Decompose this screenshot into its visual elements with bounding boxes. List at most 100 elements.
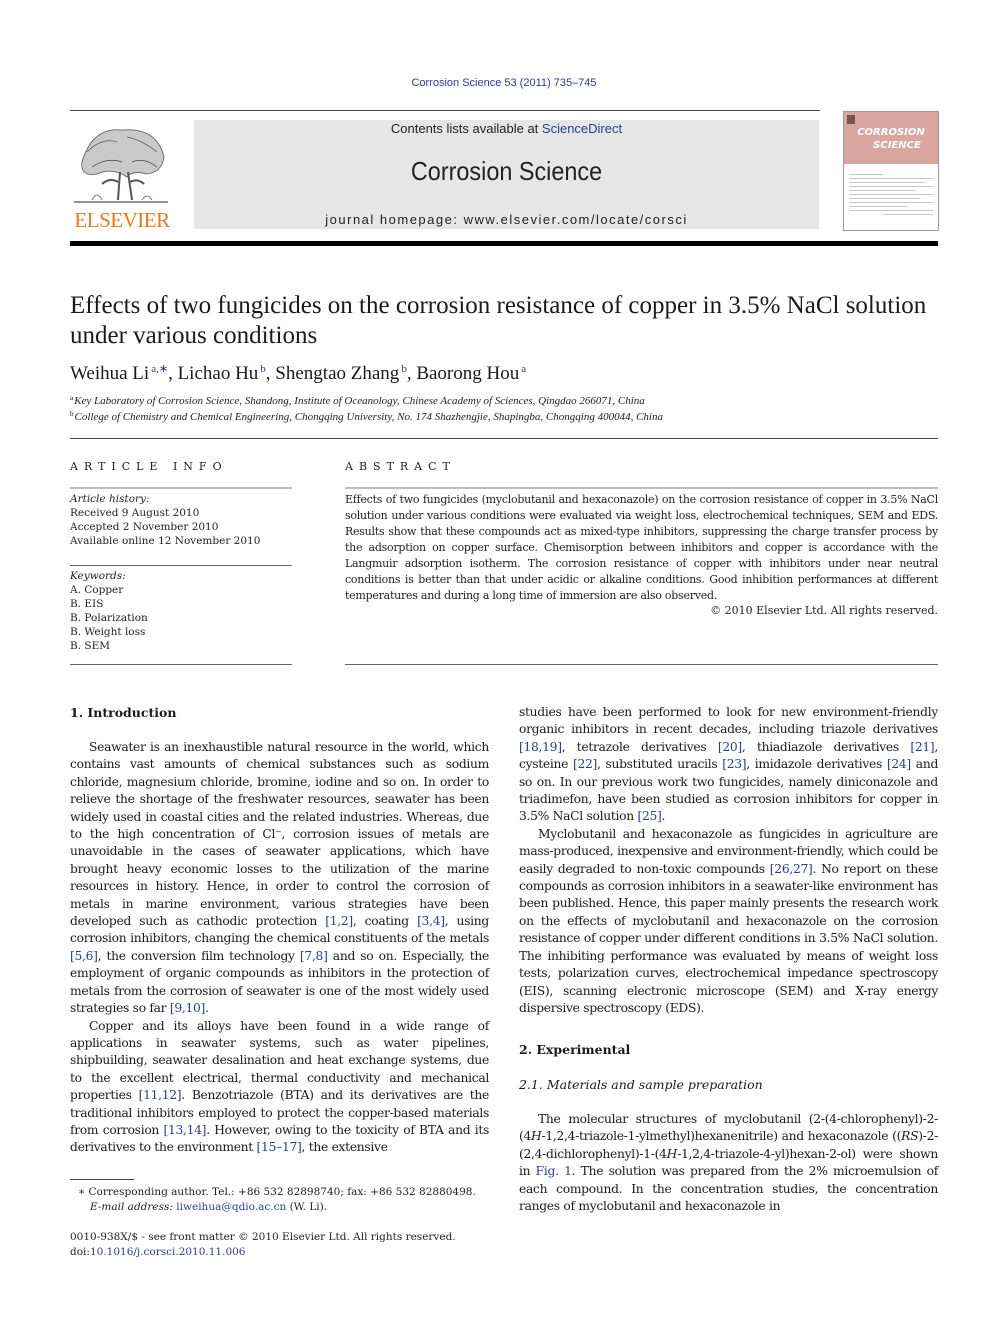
- text-run: .: [205, 1001, 209, 1016]
- affiliation-text: College of Chemistry and Chemical Engine…: [74, 411, 663, 423]
- citation-link[interactable]: [11,12]: [139, 1088, 182, 1102]
- section-heading-introduction: 1. Introduction: [70, 705, 177, 720]
- doi-line: doi:10.1016/j.corsci.2010.11.006: [70, 1245, 500, 1260]
- abstract-heading: ABSTRACT: [345, 460, 456, 473]
- right-paragraph-1: studies have been performed to look for …: [519, 704, 938, 826]
- keyword: B. Polarization: [70, 612, 148, 624]
- journal-banner: Contents lists available at ScienceDirec…: [194, 120, 819, 229]
- keyword: B. Weight loss: [70, 626, 146, 638]
- affiliation-mark: a: [70, 394, 74, 402]
- citation-link[interactable]: Fig. 1: [536, 1164, 572, 1178]
- italic-text: RS: [901, 1129, 919, 1144]
- elsevier-wordmark: ELSEVIER: [74, 208, 170, 232]
- author-affiliation-link[interactable]: a,∗: [151, 363, 168, 375]
- keywords-label: Keywords:: [70, 570, 126, 582]
- right-paragraph-2: Myclobutanil and hexaconazole as fungici…: [519, 826, 938, 1017]
- header-rule: [70, 110, 820, 111]
- text-run: Seawater is an inexhaustible natural res…: [70, 740, 489, 929]
- citation-link[interactable]: [24]: [887, 757, 911, 771]
- doi-link[interactable]: 10.1016/j.corsci.2010.11.006: [90, 1246, 246, 1258]
- affiliation-a: aKey Laboratory of Corrosion Science, Sh…: [70, 394, 645, 407]
- journal-title: Corrosion Science: [410, 156, 603, 186]
- text-run: . The solution was prepared from the 2% …: [519, 1164, 938, 1214]
- history-online: Available online 12 November 2010: [70, 535, 261, 547]
- header-thick-rule: [70, 241, 938, 246]
- article-info-rule: [70, 487, 292, 489]
- email-label: E-mail address:: [90, 1201, 177, 1213]
- keywords: Keywords: A. Copper B. EIS B. Polarizati…: [70, 569, 292, 653]
- abstract-text: Effects of two fungicides (myclobutanil …: [345, 493, 938, 602]
- abstract-bottom-rule: [345, 664, 938, 665]
- author-name: Baorong Hou: [416, 363, 520, 384]
- citation-link[interactable]: [20]: [718, 740, 742, 754]
- keywords-rule: [70, 565, 292, 566]
- history-accepted: Accepted 2 November 2010: [70, 521, 219, 533]
- elsevier-logo[interactable]: ELSEVIER: [70, 118, 174, 232]
- author-list: Weihua Li a,∗, Lichao Hu b, Shengtao Zhang…: [70, 362, 526, 385]
- text-run: , coating: [352, 914, 418, 929]
- article-info-bottom-rule: [70, 664, 292, 665]
- contents-line: Contents lists available at ScienceDirec…: [194, 121, 819, 136]
- corresponding-author-text: ∗ Corresponding author. Tel.: +86 532 82…: [78, 1186, 476, 1198]
- author-affiliation-link[interactable]: a: [521, 363, 526, 375]
- affiliation-b: bCollege of Chemistry and Chemical Engin…: [70, 410, 663, 423]
- citation-link[interactable]: [23]: [722, 757, 746, 771]
- experimental-paragraph-1: The molecular structures of myclobutanil…: [519, 1111, 938, 1215]
- section-heading-experimental: 2. Experimental: [519, 1042, 631, 1057]
- journal-citation[interactable]: Corrosion Science 53 (2011) 735–745: [0, 77, 992, 89]
- citation-link[interactable]: [1,2]: [325, 914, 353, 928]
- citation-link[interactable]: [26,27]: [770, 862, 813, 876]
- article-info-heading: ARTICLE INFO: [70, 460, 228, 473]
- citation-link[interactable]: [13,14]: [163, 1123, 206, 1137]
- author-name: Shengtao Zhang: [275, 363, 400, 384]
- author-name: Lichao Hu: [177, 363, 259, 384]
- citation-link[interactable]: [15–17]: [257, 1140, 302, 1154]
- text-run: studies have been performed to look for …: [519, 705, 938, 737]
- citation-link[interactable]: [18,19]: [519, 740, 562, 754]
- author-name: Weihua Li: [70, 363, 150, 384]
- citation-link[interactable]: [22]: [573, 757, 597, 771]
- citation-link[interactable]: [9,10]: [170, 1001, 205, 1015]
- history-received: Received 9 August 2010: [70, 507, 200, 519]
- affiliation-text: Key Laboratory of Corrosion Science, Sha…: [74, 395, 645, 407]
- citation-link[interactable]: [25]: [637, 809, 661, 823]
- citation-link[interactable]: [7,8]: [300, 949, 328, 963]
- cover-banner: [844, 112, 938, 164]
- journal-homepage[interactable]: journal homepage: www.elsevier.com/locat…: [194, 212, 819, 227]
- text-run: , substituted uracils: [597, 757, 723, 772]
- keyword: B. EIS: [70, 598, 104, 610]
- text-run: . No report on these compounds as corros…: [519, 861, 939, 1015]
- keyword: B. SEM: [70, 640, 111, 652]
- email-suffix: (W. Li).: [286, 1201, 328, 1213]
- citation-link[interactable]: [5,6]: [70, 949, 98, 963]
- contents-prefix: Contents lists available at: [390, 121, 542, 136]
- text-run: , thiadiazole derivatives: [741, 739, 911, 754]
- footnote-rule: [70, 1179, 134, 1180]
- text-run: -1,2,4-triazole-1-ylmethyl)hexanenitrile…: [541, 1129, 902, 1144]
- left-column: Seawater is an inexhaustible natural res…: [70, 739, 489, 1157]
- abstract-copyright: © 2010 Elsevier Ltd. All rights reserved…: [710, 604, 938, 617]
- title-divider: [70, 438, 938, 439]
- journal-cover-thumbnail[interactable]: CORROSION SCIENCE: [843, 111, 939, 231]
- article-title: Effects of two fungicides on the corrosi…: [70, 292, 927, 349]
- intro-paragraph-2: Copper and its alloys have been found in…: [70, 1018, 489, 1157]
- cover-logo-icon: [847, 115, 855, 124]
- sciencedirect-link[interactable]: ScienceDirect: [542, 121, 622, 136]
- italic-text: H: [531, 1129, 542, 1144]
- intro-paragraph-1: Seawater is an inexhaustible natural res…: [70, 739, 489, 1018]
- history-label: Article history:: [70, 493, 150, 505]
- text-run: , the conversion film technology: [97, 948, 300, 963]
- corresponding-author-footnote: ∗ Corresponding author. Tel.: +86 532 82…: [78, 1185, 498, 1215]
- right-column: studies have been performed to look for …: [519, 704, 938, 1017]
- elsevier-tree-icon: [74, 129, 168, 203]
- email-link[interactable]: liweihua@qdio.ac.cn: [176, 1201, 286, 1213]
- cover-title-line1: CORROSION: [857, 127, 925, 138]
- affiliation-mark: b: [70, 410, 74, 418]
- author-separator: ,: [406, 363, 417, 384]
- citation-link[interactable]: [21]: [910, 740, 934, 754]
- italic-text: H: [666, 1146, 678, 1161]
- doi-label: doi:: [70, 1246, 90, 1258]
- cover-contents-lines: [849, 174, 933, 218]
- text-run: , imidazole derivatives: [746, 757, 887, 772]
- citation-link[interactable]: [3,4]: [417, 914, 445, 928]
